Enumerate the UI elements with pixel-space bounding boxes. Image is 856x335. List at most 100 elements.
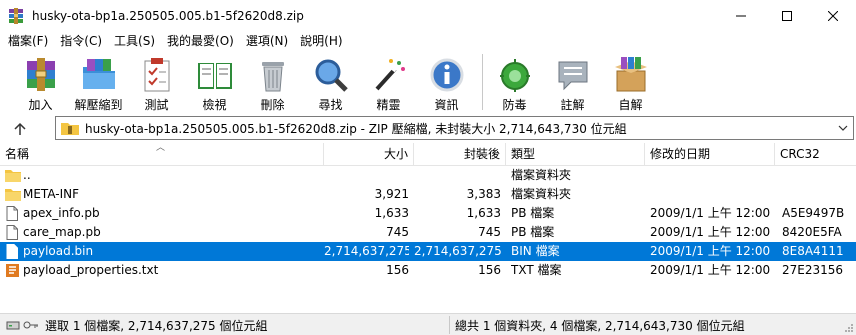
wizard-label: 精靈	[376, 98, 401, 112]
comment-label: 註解	[560, 98, 585, 112]
file-packed-size: 3,383	[466, 187, 501, 201]
resize-grip-icon[interactable]	[844, 323, 854, 333]
file-modified-date: 2009/1/1 上午 12:00	[650, 225, 771, 239]
menu-bar: 檔案(F) 指令(C) 工具(S) 我的最愛(O) 選項(N) 說明(H)	[0, 30, 856, 50]
comment-icon	[553, 55, 593, 95]
zip-folder-icon	[61, 121, 79, 135]
info-label: 資訊	[434, 98, 459, 112]
menu-help[interactable]: 說明(H)	[294, 32, 348, 49]
up-folder-button[interactable]	[10, 119, 30, 139]
file-crc: 8E8A4111	[782, 244, 844, 258]
folder-icon	[5, 187, 21, 202]
file-packed-size: 156	[478, 263, 501, 277]
sfx-button[interactable]: 自解	[608, 51, 653, 113]
table-row[interactable]: .. 檔案資料夾	[0, 166, 856, 185]
view-label: 檢視	[202, 98, 227, 112]
file-size: 1,633	[374, 206, 409, 220]
file-type: PB 檔案	[511, 225, 555, 239]
file-modified-date: 2009/1/1 上午 12:00	[650, 244, 771, 258]
status-selection: 選取 1 個檔案, 2,714,637,275 個位元組	[45, 318, 268, 333]
file-name: payload.bin	[23, 244, 94, 258]
table-row[interactable]: apex_info.pb 1,633 1,633 PB 檔案 2009/1/1 上午 1…	[0, 204, 856, 223]
minimize-button[interactable]	[718, 0, 764, 32]
file-list: ︿ 名稱 大小 封裝後 類型 修改的日期 CRC32 .. 檔案資料夾 META-I…	[0, 143, 856, 313]
file-crc: A5E9497B	[782, 206, 845, 220]
text-file-icon	[5, 263, 20, 278]
key-icon	[23, 321, 38, 329]
extract-to-label: 解壓縮到	[74, 98, 123, 112]
find-icon	[311, 55, 351, 95]
table-row[interactable]: payload_properties.txt 156 156 TXT 檔案 2009/1…	[0, 261, 856, 280]
column-name[interactable]: 名稱	[0, 143, 324, 166]
column-size[interactable]: 大小	[324, 143, 414, 166]
menu-favorites[interactable]: 我的最愛(O)	[161, 32, 240, 49]
menu-options[interactable]: 選項(N)	[240, 32, 294, 49]
file-crc: 27E23156	[782, 263, 844, 277]
sfx-icon	[611, 55, 651, 95]
toolbar-separator	[482, 54, 483, 110]
file-name: care_map.pb	[23, 225, 101, 239]
file-name: payload_properties.txt	[23, 263, 159, 277]
find-button[interactable]: 尋找	[308, 51, 353, 113]
comment-button[interactable]: 註解	[550, 51, 595, 113]
table-row[interactable]: care_map.pb 745 745 PB 檔案 2009/1/1 上午 12:00 8…	[0, 223, 856, 242]
menu-tools[interactable]: 工具(S)	[108, 32, 161, 49]
add-button[interactable]: 加入	[18, 51, 63, 113]
column-modified[interactable]: 修改的日期	[645, 143, 775, 166]
delete-button[interactable]: 刪除	[250, 51, 295, 113]
menu-file[interactable]: 檔案(F)	[2, 32, 54, 49]
virus-scan-label: 防毒	[502, 98, 527, 112]
address-row: husky-ota-bp1a.250505.005.b1-5f2620d8.zi…	[0, 116, 856, 141]
file-icon	[5, 244, 20, 259]
virus-scan-button[interactable]: 防毒	[492, 51, 537, 113]
folder-icon	[5, 168, 21, 183]
list-body: .. 檔案資料夾 META-INF 3,921 3,383 檔案資料夾 apex_info.…	[0, 166, 856, 280]
table-row[interactable]: payload.bin 2,714,637,275 2,714,637,275 BIN…	[0, 242, 856, 261]
sfx-label: 自解	[618, 98, 643, 112]
file-crc: 8420E5FA	[782, 225, 842, 239]
file-name: META-INF	[23, 187, 80, 201]
wizard-button[interactable]: 精靈	[366, 51, 411, 113]
test-icon	[137, 55, 177, 95]
extract-to-button[interactable]: 解壓縮到	[74, 51, 123, 113]
close-icon	[828, 11, 838, 21]
add-archive-icon	[21, 55, 61, 95]
delete-icon	[253, 55, 293, 95]
file-crc	[782, 185, 854, 204]
file-size: 156	[386, 263, 409, 277]
file-modified-date	[650, 166, 772, 185]
test-button[interactable]: 測試	[134, 51, 179, 113]
address-text: husky-ota-bp1a.250505.005.b1-5f2620d8.zi…	[85, 121, 627, 136]
window-title: husky-ota-bp1a.250505.005.b1-5f2620d8.zi…	[32, 9, 304, 23]
winrar-app-icon[interactable]	[8, 8, 24, 24]
chevron-down-icon[interactable]	[837, 122, 849, 134]
file-packed-size: 1,633	[466, 206, 501, 220]
info-button[interactable]: 資訊	[424, 51, 469, 113]
wizard-icon	[369, 55, 409, 95]
menu-commands[interactable]: 指令(C)	[54, 32, 108, 49]
close-button[interactable]	[810, 0, 856, 32]
file-packed-size: 2,714,637,275	[414, 244, 501, 258]
virus-scan-icon	[495, 55, 535, 95]
file-size: 3,921	[374, 187, 409, 201]
file-size	[324, 166, 409, 185]
file-name: ..	[23, 168, 31, 182]
status-left-section: 選取 1 個檔案, 2,714,637,275 個位元組	[6, 314, 268, 335]
minimize-icon	[736, 15, 746, 17]
status-total: 總共 1 個資料夾, 4 個檔案, 2,714,643,730 個位元組	[455, 318, 745, 333]
view-icon	[195, 55, 235, 95]
file-modified-date: 2009/1/1 上午 12:00	[650, 206, 771, 220]
delete-label: 刪除	[260, 98, 285, 112]
view-button[interactable]: 檢視	[192, 51, 237, 113]
table-row[interactable]: META-INF 3,921 3,383 檔案資料夾	[0, 185, 856, 204]
column-type[interactable]: 類型	[506, 143, 645, 166]
column-packed[interactable]: 封裝後	[414, 143, 506, 166]
list-header: ︿ 名稱 大小 封裝後 類型 修改的日期 CRC32	[0, 143, 856, 166]
file-icon	[5, 225, 20, 240]
maximize-button[interactable]	[764, 0, 810, 32]
column-crc[interactable]: CRC32	[775, 143, 856, 166]
address-bar[interactable]: husky-ota-bp1a.250505.005.b1-5f2620d8.zi…	[55, 116, 854, 140]
file-type: 檔案資料夾	[511, 187, 572, 201]
info-icon	[427, 55, 467, 95]
title-bar: husky-ota-bp1a.250505.005.b1-5f2620d8.zi…	[0, 0, 856, 32]
